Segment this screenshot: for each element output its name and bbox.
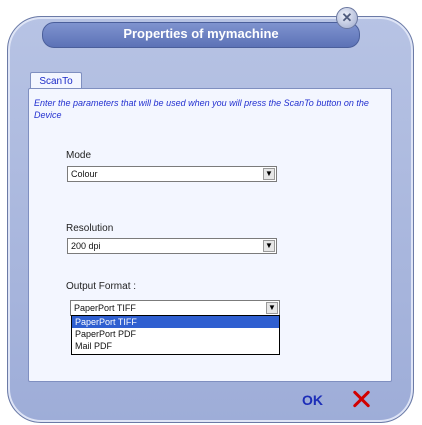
dropdown-option-paperport-tiff[interactable]: PaperPort TIFF — [72, 316, 279, 328]
output-format-label: Output Format : — [66, 281, 137, 292]
close-icon[interactable]: ✕ — [336, 7, 358, 29]
resolution-label: Resolution — [66, 223, 114, 234]
output-format-value: PaperPort TIFF — [74, 303, 136, 313]
dropdown-option-paperport-pdf[interactable]: PaperPort PDF — [72, 328, 279, 340]
chevron-down-icon[interactable]: ▼ — [263, 168, 275, 180]
cancel-icon[interactable] — [350, 388, 372, 410]
ok-button[interactable]: OK — [302, 392, 323, 408]
resolution-value: 200 dpi — [71, 241, 101, 251]
resolution-select[interactable]: 200 dpi ▼ — [67, 238, 277, 254]
mode-select[interactable]: Colour ▼ — [67, 166, 277, 182]
dropdown-option-mail-pdf[interactable]: Mail PDF — [72, 340, 279, 352]
window-title: Properties of mymachine — [123, 26, 279, 41]
chevron-down-icon[interactable]: ▼ — [263, 240, 275, 252]
chevron-down-icon[interactable]: ▼ — [266, 302, 278, 314]
title-bar: Properties of mymachine — [42, 22, 360, 48]
output-format-dropdown-list: PaperPort TIFF PaperPort PDF Mail PDF — [71, 315, 280, 355]
mode-label: Mode — [66, 150, 92, 161]
output-format-select[interactable]: PaperPort TIFF ▼ — [70, 300, 280, 316]
mode-value: Colour — [71, 169, 98, 179]
instruction-text: Enter the parameters that will be used w… — [34, 98, 369, 120]
